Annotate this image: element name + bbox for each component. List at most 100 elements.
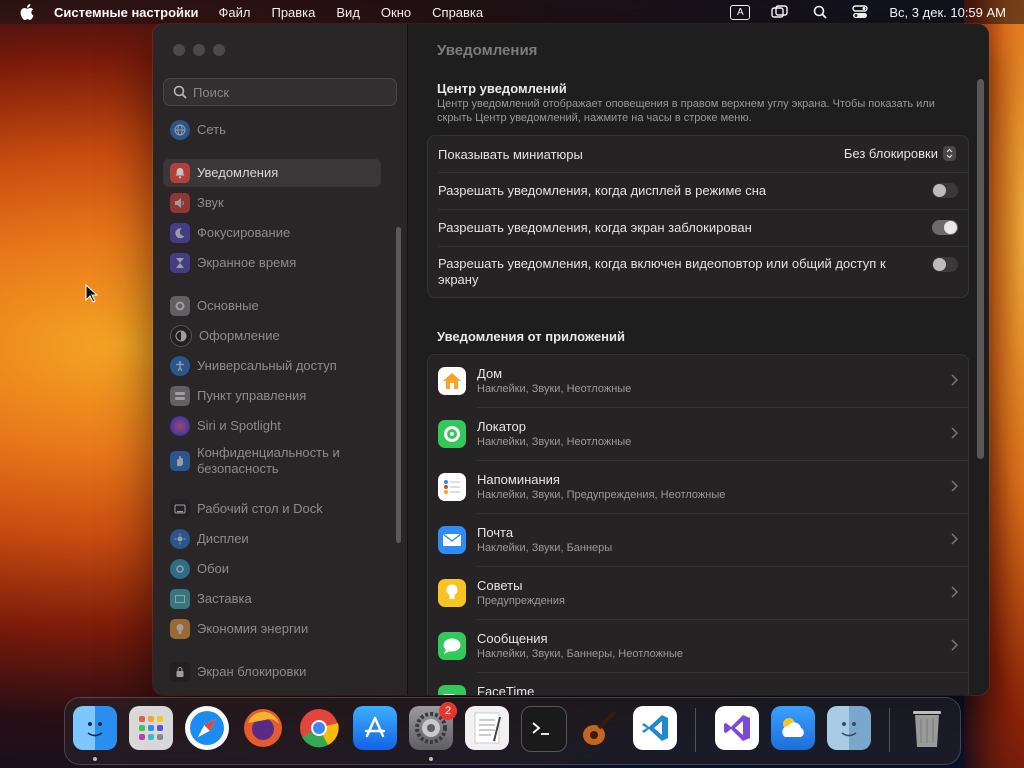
control-center-icon[interactable]: [849, 4, 871, 20]
speaker-icon: [170, 193, 190, 213]
minimize-window-button[interactable]: [193, 44, 205, 56]
system-settings-icon[interactable]: 2: [409, 702, 457, 750]
app-row-messages[interactable]: Сообщения Наклейки, Звуки, Баннеры, Неот…: [428, 620, 968, 673]
spotlight-search-icon[interactable]: [809, 4, 831, 20]
sidebar-item-control-center[interactable]: Пункт управления: [163, 382, 381, 410]
sidebar-item-wallpaper[interactable]: Обои: [163, 555, 381, 583]
sidebar-item-sound[interactable]: Звук: [163, 189, 381, 217]
sidebar-item-privacy[interactable]: Конфиденциальность и безопасность: [163, 437, 381, 485]
app-store-icon[interactable]: [353, 706, 397, 750]
accessibility-icon: [170, 356, 190, 376]
app-row-home[interactable]: Дом Наклейки, Звуки, Неотложные: [428, 355, 968, 408]
toggle-knob: [933, 258, 946, 271]
trash-icon[interactable]: [905, 706, 949, 750]
sidebar-item-label: Экранное время: [197, 255, 297, 270]
dock: 2: [64, 697, 961, 765]
sidebar-scrollbar[interactable]: [396, 227, 401, 543]
input-source-icon[interactable]: A: [729, 4, 751, 20]
menu-help[interactable]: Справка: [432, 5, 483, 20]
sidebar-item-label: Фокусирование: [197, 225, 291, 240]
allow-when-locked-row: Разрешать уведомления, когда экран забло…: [438, 219, 908, 237]
app-row-mail[interactable]: Почта Наклейки, Звуки, Баннеры: [428, 514, 968, 567]
hourglass-icon: [170, 253, 190, 273]
firefox-icon[interactable]: [241, 706, 285, 750]
bulb-icon: [170, 619, 190, 639]
app-alert-styles: Наклейки, Звуки, Неотложные: [477, 383, 632, 395]
app-name-menu[interactable]: Системные настройки: [54, 5, 199, 20]
row-divider: [438, 172, 968, 173]
safari-icon[interactable]: [185, 706, 229, 750]
menu-view[interactable]: Вид: [336, 5, 360, 20]
chrome-icon[interactable]: [297, 706, 341, 750]
zoom-window-button[interactable]: [213, 44, 225, 56]
app-row-tips[interactable]: Советы Предупреждения: [428, 567, 968, 620]
sidebar-item-displays[interactable]: Дисплеи: [163, 525, 381, 553]
sidebar-item-energy[interactable]: Экономия энергии: [163, 615, 381, 643]
allow-when-sleep-toggle[interactable]: [932, 183, 958, 198]
running-indicator: [429, 757, 433, 761]
garageband-icon[interactable]: [577, 706, 621, 750]
close-window-button[interactable]: [173, 44, 185, 56]
sidebar-item-general[interactable]: Основные: [163, 292, 381, 320]
app-name: Почта: [477, 525, 514, 540]
sidebar-item-notifications[interactable]: Уведомления: [163, 159, 381, 187]
app-name: Локатор: [477, 419, 526, 434]
sidebar-item-label: Дисплеи: [197, 531, 249, 546]
app-notifications-heading: Уведомления от приложений: [437, 329, 625, 344]
app-row-findmy[interactable]: Локатор Наклейки, Звуки, Неотложные: [428, 408, 968, 461]
sidebar-item-appearance[interactable]: Оформление: [163, 322, 381, 350]
moon-icon: [170, 223, 190, 243]
toggle-knob: [944, 221, 957, 234]
sidebar-item-network[interactable]: Сеть: [163, 116, 381, 144]
menu-edit[interactable]: Правка: [271, 5, 315, 20]
notification-center-description: Центр уведомлений отображает оповещения …: [437, 98, 935, 124]
dock-separator: [889, 708, 890, 752]
search-field[interactable]: Поиск: [163, 78, 397, 106]
sidebar-item-accessibility[interactable]: Универсальный доступ: [163, 352, 381, 380]
sidebar-item-screensaver[interactable]: Заставка: [163, 585, 381, 613]
app-row-reminders[interactable]: Напоминания Наклейки, Звуки, Предупрежде…: [428, 461, 968, 514]
launchpad-icon[interactable]: [129, 706, 173, 750]
gear-icon: [170, 296, 190, 316]
findmy-icon: [438, 420, 466, 448]
globe-icon: [170, 120, 190, 140]
app-alert-styles: Наклейки, Звуки, Баннеры: [477, 542, 613, 554]
sidebar-item-label: Универсальный доступ: [197, 358, 337, 373]
main-scrollbar[interactable]: [977, 79, 984, 459]
input-source-letter: A: [730, 4, 751, 20]
sidebar-item-lock-screen[interactable]: Экран блокировки: [163, 658, 381, 686]
allow-when-sleep-label: Разрешать уведомления, когда дисплей в р…: [438, 183, 767, 198]
sidebar-item-label: Siri и Spotlight: [197, 418, 281, 433]
weather-icon[interactable]: [771, 706, 815, 750]
menu-file[interactable]: Файл: [219, 5, 251, 20]
sidebar-item-label: Оформление: [199, 328, 280, 343]
allow-when-locked-toggle[interactable]: [932, 220, 958, 235]
apple-menu-icon[interactable]: [18, 3, 36, 21]
textedit-icon[interactable]: [465, 706, 509, 750]
vscode-icon[interactable]: [633, 706, 677, 750]
allow-when-sleep-row: Разрешать уведомления, когда дисплей в р…: [438, 182, 908, 200]
window-controls: [173, 44, 225, 56]
show-previews-popup[interactable]: Без блокировки: [844, 146, 956, 161]
menu-window[interactable]: Окно: [381, 5, 411, 20]
tips-icon: [438, 579, 466, 607]
sidebar-item-label: Экономия энергии: [197, 621, 309, 636]
allow-when-mirroring-toggle[interactable]: [932, 257, 958, 272]
sidebar-item-label: Конфиденциальность и безопасность: [197, 445, 340, 476]
visual-studio-icon[interactable]: [715, 706, 759, 750]
finder-icon[interactable]: [73, 706, 117, 750]
sidebar: Поиск Сеть Уведомления Звук Фокусировани…: [153, 24, 408, 695]
app-row-facetime[interactable]: FaceTime: [428, 673, 968, 695]
finder-folder-icon[interactable]: [827, 706, 871, 750]
terminal-icon[interactable]: [521, 706, 567, 752]
facetime-icon: [438, 685, 466, 695]
sidebar-item-label: Уведомления: [197, 165, 279, 180]
sidebar-item-focus[interactable]: Фокусирование: [163, 219, 381, 247]
sidebar-item-siri[interactable]: Siri и Spotlight: [163, 412, 381, 440]
sidebar-item-label: Экран блокировки: [197, 664, 307, 679]
menu-clock[interactable]: Вс, 3 дек. 10:59 AM: [889, 5, 1006, 20]
sidebar-item-desktop-dock[interactable]: Рабочий стол и Dock: [163, 495, 381, 523]
screen-mirroring-icon[interactable]: [769, 4, 791, 20]
chevron-right-icon: [951, 480, 958, 492]
sidebar-item-screen-time[interactable]: Экранное время: [163, 249, 381, 277]
